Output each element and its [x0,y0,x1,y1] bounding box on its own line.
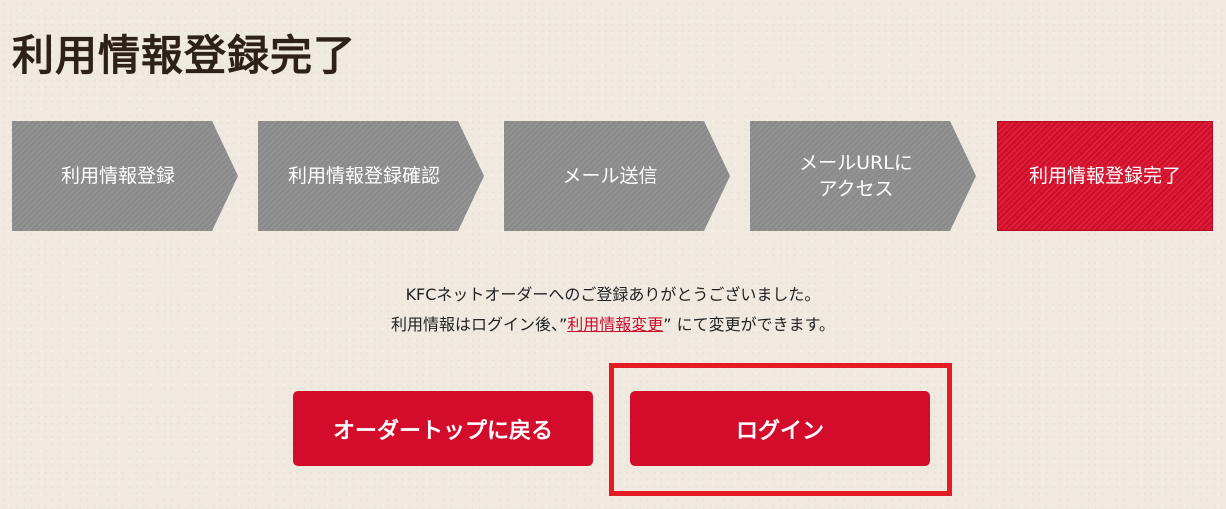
page-title: 利用情報登録完了 [12,31,357,80]
progress-steps: 利用情報登録 利用情報登録確認 メール送信 メールURLに アクセス 利用情報登… [12,121,1213,231]
back-to-order-top-button[interactable]: オーダートップに戻る [293,391,593,466]
profile-change-text-before: 利用情報はログイン後、” [390,315,568,334]
profile-change-text-after: ” にて変更ができます。 [663,315,836,334]
thank-you-message: KFCネットオーダーへのご登録ありがとうございました。 [405,285,821,304]
step-send-email: メール送信 [504,121,730,231]
profile-change-link[interactable]: 利用情報変更 [567,315,663,334]
step-access-email-url: メールURLに アクセス [750,121,976,231]
step-registration-complete: 利用情報登録完了 [997,121,1213,231]
step-registration-confirm: 利用情報登録確認 [258,121,484,231]
profile-change-message: 利用情報はログイン後、”利用情報変更” にて変更ができます。 [0,314,1226,336]
login-button[interactable]: ログイン [630,391,930,466]
step-registration: 利用情報登録 [12,121,238,231]
